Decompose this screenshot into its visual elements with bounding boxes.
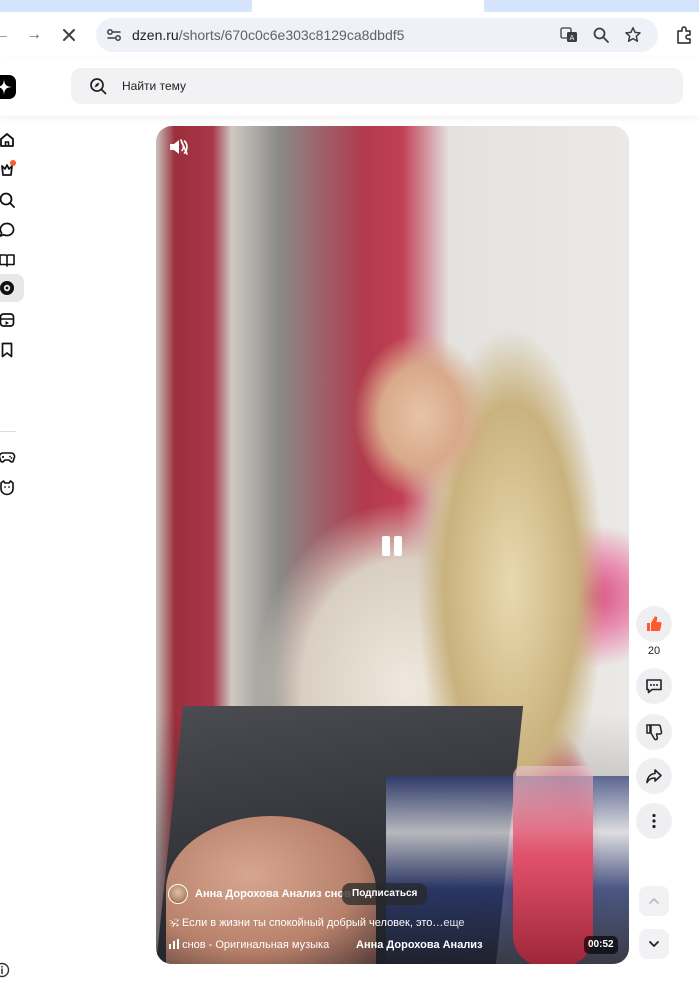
comments-button[interactable] — [636, 668, 672, 704]
caption-more-link[interactable]: еще — [443, 917, 464, 929]
page: Найти тему Анна Дорохова Анализ снов Под… — [0, 58, 699, 982]
share-button[interactable] — [636, 758, 672, 794]
shorts-icon — [0, 281, 14, 295]
search-placeholder: Найти тему — [122, 79, 186, 93]
more-options-button[interactable] — [636, 803, 672, 839]
games-icon — [0, 452, 16, 463]
music-title: снов - Оригинальная музыка — [182, 939, 330, 951]
tab-active[interactable] — [252, 0, 484, 12]
pause-icon — [394, 536, 402, 556]
url-text[interactable]: dzen.ru/shorts/670c0c6e303c8129ca8dbdf5 — [132, 27, 404, 43]
chat-icon — [0, 222, 15, 237]
tab-strip — [0, 0, 699, 12]
thumbs-down-icon — [646, 724, 663, 741]
extensions-icon[interactable] — [672, 23, 696, 47]
audio-bars-icon — [169, 939, 179, 949]
stop-loading-button[interactable] — [57, 23, 81, 47]
video-duration: 00:52 — [584, 936, 618, 954]
next-video-button[interactable] — [639, 929, 669, 959]
like-button[interactable] — [636, 606, 672, 642]
sidebar-item-bookmarks[interactable] — [0, 336, 24, 364]
chevron-down-icon — [649, 941, 659, 947]
music-track[interactable]: снов - Оригинальная музыка — [169, 939, 329, 951]
browser-toolbar: ← → dzen.ru/shorts/670c0c6e303c8129ca8db… — [0, 12, 699, 58]
sidebar-item-games[interactable] — [0, 443, 24, 471]
bookmark-icon — [1, 342, 13, 358]
mute-button[interactable] — [168, 136, 190, 158]
video-caption[interactable]: 🕉 Если в жизни ты спокойный добрый челов… — [169, 917, 465, 930]
tab-inactive[interactable] — [0, 0, 252, 12]
caption-emoji: 🕉 — [169, 917, 179, 929]
comment-icon — [646, 679, 662, 694]
back-icon[interactable]: ← — [0, 23, 14, 47]
more-vertical-icon — [652, 813, 656, 829]
address-bar[interactable]: dzen.ru/shorts/670c0c6e303c8129ca8dbdf5 … — [96, 18, 658, 52]
bookmark-star-icon[interactable] — [624, 26, 642, 44]
sidebar-item-video[interactable] — [0, 306, 24, 334]
tab-inactive[interactable] — [484, 0, 699, 12]
topic-search[interactable]: Найти тему — [71, 68, 683, 104]
help-icon[interactable] — [0, 962, 10, 978]
articles-icon — [0, 254, 15, 267]
sidebar-item-articles[interactable] — [0, 246, 24, 274]
pause-button[interactable] — [380, 534, 404, 558]
site-header: Найти тему — [0, 58, 699, 116]
notification-dot — [10, 160, 16, 166]
home-icon — [0, 133, 14, 147]
sidebar-item-shorts[interactable] — [0, 274, 24, 302]
sidebar-item-kids[interactable] — [0, 473, 24, 501]
sidebar-divider — [0, 431, 16, 432]
zoom-icon[interactable] — [592, 26, 610, 44]
sidebar-item-home[interactable] — [0, 126, 24, 154]
sidebar-item-chat[interactable] — [0, 216, 24, 244]
translate-icon[interactable]: A — [560, 26, 578, 44]
dislike-button[interactable] — [636, 714, 672, 750]
close-icon — [63, 29, 75, 41]
previous-video-button[interactable] — [639, 886, 669, 916]
forward-icon[interactable]: → — [22, 23, 46, 47]
like-count: 20 — [647, 645, 661, 657]
music-author[interactable]: Анна Дорохова Анализ — [356, 939, 483, 951]
pause-icon — [382, 536, 390, 556]
sidebar-item-notifications[interactable] — [0, 156, 24, 184]
volume-muted-icon — [170, 139, 188, 155]
share-icon — [646, 769, 662, 784]
caption-text: Если в жизни ты спокойный добрый человек… — [181, 917, 444, 929]
subscribe-button[interactable]: Подписаться — [342, 883, 428, 905]
kids-icon — [0, 480, 14, 496]
chevron-up-icon — [649, 898, 659, 904]
search-icon — [0, 192, 15, 208]
sidebar-item-search[interactable] — [0, 186, 24, 214]
zen-logo[interactable] — [0, 75, 16, 99]
compass-search-icon — [89, 77, 107, 95]
video-info-overlay: Анна Дорохова Анализ снов Подписаться 🕉 … — [156, 874, 629, 964]
author-name[interactable]: Анна Дорохова Анализ снов — [195, 888, 351, 900]
video-icon — [0, 313, 15, 327]
author-avatar[interactable] — [168, 884, 188, 904]
thumbs-up-icon — [647, 616, 662, 632]
svg-text:A: A — [570, 34, 575, 42]
site-settings-icon[interactable] — [105, 26, 123, 44]
short-video-player[interactable]: Анна Дорохова Анализ снов Подписаться 🕉 … — [156, 126, 629, 964]
sidebar — [0, 116, 60, 982]
